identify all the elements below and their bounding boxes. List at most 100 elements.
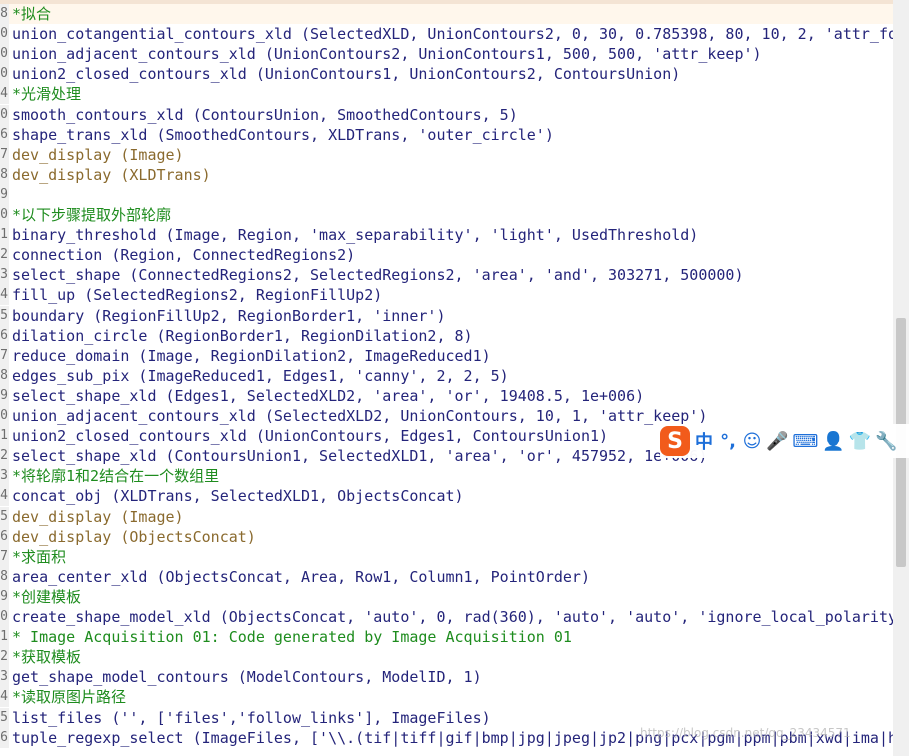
- code-comment: *求面积: [12, 547, 67, 566]
- line-number: 2: [0, 446, 9, 467]
- code-line[interactable]: 9 select_shape_xld (Edges1, SelectedXLD2,…: [0, 385, 893, 406]
- line-number: 9: [0, 586, 9, 607]
- code-line[interactable]: 4 concat_obj (XLDTrans, SelectedXLD1, Obj…: [0, 486, 893, 507]
- code-line[interactable]: 8 dev_display (XLDTrans): [0, 164, 893, 185]
- code-line[interactable]: 0 *以下步骤提取外部轮廓: [0, 205, 893, 225]
- code-line[interactable]: 2 connection (Region, ConnectedRegions2): [0, 245, 893, 266]
- code-line[interactable]: 0 union2_closed_contours_xld (UnionContou…: [0, 64, 893, 85]
- code-line[interactable]: 4 fill_up (SelectedRegions2, RegionFillUp…: [0, 285, 893, 306]
- code-line[interactable]: 7 *求面积: [0, 546, 893, 567]
- line-number: 3: [0, 667, 9, 688]
- line-number: 8: [0, 4, 9, 24]
- code-line[interactable]: 5 dev_display (Image): [0, 506, 893, 527]
- code-statement: get_shape_model_contours (ModelContours,…: [12, 668, 482, 687]
- code-statement: union_adjacent_contours_xld (UnionContou…: [12, 45, 762, 64]
- code-line[interactable]: 4 *光滑处理: [0, 84, 893, 105]
- code-statement: connection (Region, ConnectedRegions2): [12, 246, 356, 265]
- line-number-text: 5: [0, 508, 8, 524]
- line-number-text: 9: [0, 186, 8, 202]
- code-line[interactable]: 5 list_files ('', ['files','follow_links'…: [0, 707, 893, 728]
- code-line[interactable]: 3 select_shape (ConnectedRegions2, Select…: [0, 265, 893, 286]
- line-number-text: 4: [0, 86, 8, 102]
- line-number-text: 0: [0, 207, 8, 222]
- line-number-text: 0: [0, 26, 8, 42]
- shirt-icon: 👕: [848, 430, 872, 452]
- keyboard-icon: ⌨: [792, 430, 819, 452]
- code-line[interactable]: 0 union_adjacent_contours_xld (SelectedXL…: [0, 406, 893, 426]
- code-statement: dev_display (Image): [12, 507, 184, 526]
- code-line[interactable]: 1 binary_threshold (Image, Region, 'max_s…: [0, 225, 893, 246]
- sogou-logo-icon[interactable]: S: [660, 426, 690, 456]
- line-number-text: 5: [0, 307, 8, 323]
- line-number: 0: [0, 607, 9, 627]
- code-line[interactable]: 8 area_center_xld (ObjectsConcat, Area, R…: [0, 566, 893, 587]
- code-comment: *拟合: [12, 5, 52, 23]
- emoji-button[interactable]: ☺: [742, 428, 762, 454]
- code-line[interactable]: 0 union_adjacent_contours_xld (UnionConto…: [0, 44, 893, 65]
- line-number-text: 3: [0, 468, 8, 484]
- punctuation-button[interactable]: °,: [718, 428, 738, 454]
- code-statement: list_files ('', ['files','follow_links']…: [12, 708, 491, 727]
- ime-floating-toolbar[interactable]: S 中 °, ☺ 🎤 ⌨ 👤 👕 🔧: [660, 424, 909, 458]
- code-line[interactable]: 8 *拟合: [0, 4, 893, 24]
- code-statement: dilation_circle (RegionBorder1, RegionDi…: [12, 326, 473, 345]
- code-line[interactable]: 8 edges_sub_pix (ImageReduced1, Edges1, '…: [0, 365, 893, 386]
- line-number: 4: [0, 285, 9, 306]
- line-number-text: 7: [0, 548, 8, 564]
- code-statement: concat_obj (XLDTrans, SelectedXLD1, Obje…: [12, 487, 464, 506]
- code-statement: create_shape_model_xld (ObjectsConcat, '…: [12, 608, 893, 626]
- code-editor[interactable]: 8 *拟合 0 union_cotangential_contours_xld (Se…: [0, 0, 893, 756]
- line-number-text: 9: [0, 387, 8, 403]
- watermark: https://blog.csdn.net/qq_23434571: [640, 726, 851, 740]
- line-number-text: 4: [0, 689, 8, 705]
- code-line[interactable]: 6 dilation_circle (RegionBorder1, RegionD…: [0, 325, 893, 346]
- code-line[interactable]: 2 *获取模板: [0, 647, 893, 668]
- voice-button[interactable]: 🎤: [766, 428, 788, 454]
- line-number: 5: [0, 305, 9, 326]
- user-icon: 👤: [822, 430, 845, 452]
- line-number: 9: [0, 385, 9, 406]
- keyboard-button[interactable]: ⌨: [792, 428, 818, 454]
- line-number: 8: [0, 566, 9, 587]
- code-line[interactable]: 9: [0, 184, 893, 205]
- line-number: 0: [0, 44, 9, 65]
- line-number: 7: [0, 144, 9, 165]
- code-line[interactable]: 4 *读取原图片路径: [0, 687, 893, 708]
- code-statement: binary_threshold (Image, Region, 'max_se…: [12, 226, 699, 245]
- code-line[interactable]: 5 boundary (RegionFillUp2, RegionBorder1,…: [0, 305, 893, 326]
- code-statement: union_adjacent_contours_xld (SelectedXLD…: [12, 407, 708, 425]
- chinese-mode-button[interactable]: 中: [694, 428, 714, 454]
- code-statement: fill_up (SelectedRegions2, RegionFillUp2…: [12, 286, 383, 305]
- line-number-text: 0: [0, 66, 8, 82]
- line-number-text: 5: [0, 709, 8, 725]
- code-line[interactable]: 0 union_cotangential_contours_xld (Select…: [0, 24, 893, 45]
- code-statement: reduce_domain (Image, RegionDilation2, I…: [12, 346, 491, 365]
- zh-icon: 中: [695, 432, 713, 453]
- code-comment: *获取模板: [12, 648, 82, 667]
- line-number: 0: [0, 104, 9, 125]
- code-line[interactable]: 7 reduce_domain (Image, RegionDilation2, …: [0, 345, 893, 366]
- code-line[interactable]: 3 *将轮廓1和2结合在一个数组里: [0, 466, 893, 487]
- code-line[interactable]: 0 create_shape_model_xld (ObjectsConcat, …: [0, 607, 893, 627]
- user-button[interactable]: 👤: [822, 428, 844, 454]
- microphone-icon: 🎤: [766, 430, 789, 452]
- line-number: 0: [0, 406, 9, 426]
- code-line[interactable]: 6 dev_display (ObjectsConcat): [0, 526, 893, 547]
- line-number: 7: [0, 345, 9, 366]
- vertical-scrollbar[interactable]: [893, 0, 909, 756]
- code-line[interactable]: 3 get_shape_model_contours (ModelContours…: [0, 667, 893, 688]
- skin-button[interactable]: 👕: [849, 428, 871, 454]
- code-line[interactable]: 1 * Image Acquisition 01: Code generated …: [0, 627, 893, 648]
- code-statement: boundary (RegionFillUp2, RegionBorder1, …: [12, 306, 446, 325]
- line-number: 0: [0, 64, 9, 85]
- tools-button[interactable]: 🔧: [875, 428, 897, 454]
- line-number: 4: [0, 687, 9, 708]
- code-statement: dev_display (XLDTrans): [12, 165, 211, 184]
- code-line[interactable]: 0 smooth_contours_xld (ContoursUnion, Smo…: [0, 104, 893, 125]
- line-number: 9: [0, 184, 9, 205]
- code-line[interactable]: 7 dev_display (Image): [0, 144, 893, 165]
- code-statement: smooth_contours_xld (ContoursUnion, Smoo…: [12, 105, 518, 124]
- code-line[interactable]: 6 shape_trans_xld (SmoothedContours, XLDT…: [0, 124, 893, 145]
- code-line[interactable]: 9 *创建模板: [0, 586, 893, 607]
- code-comment: *创建模板: [12, 587, 82, 606]
